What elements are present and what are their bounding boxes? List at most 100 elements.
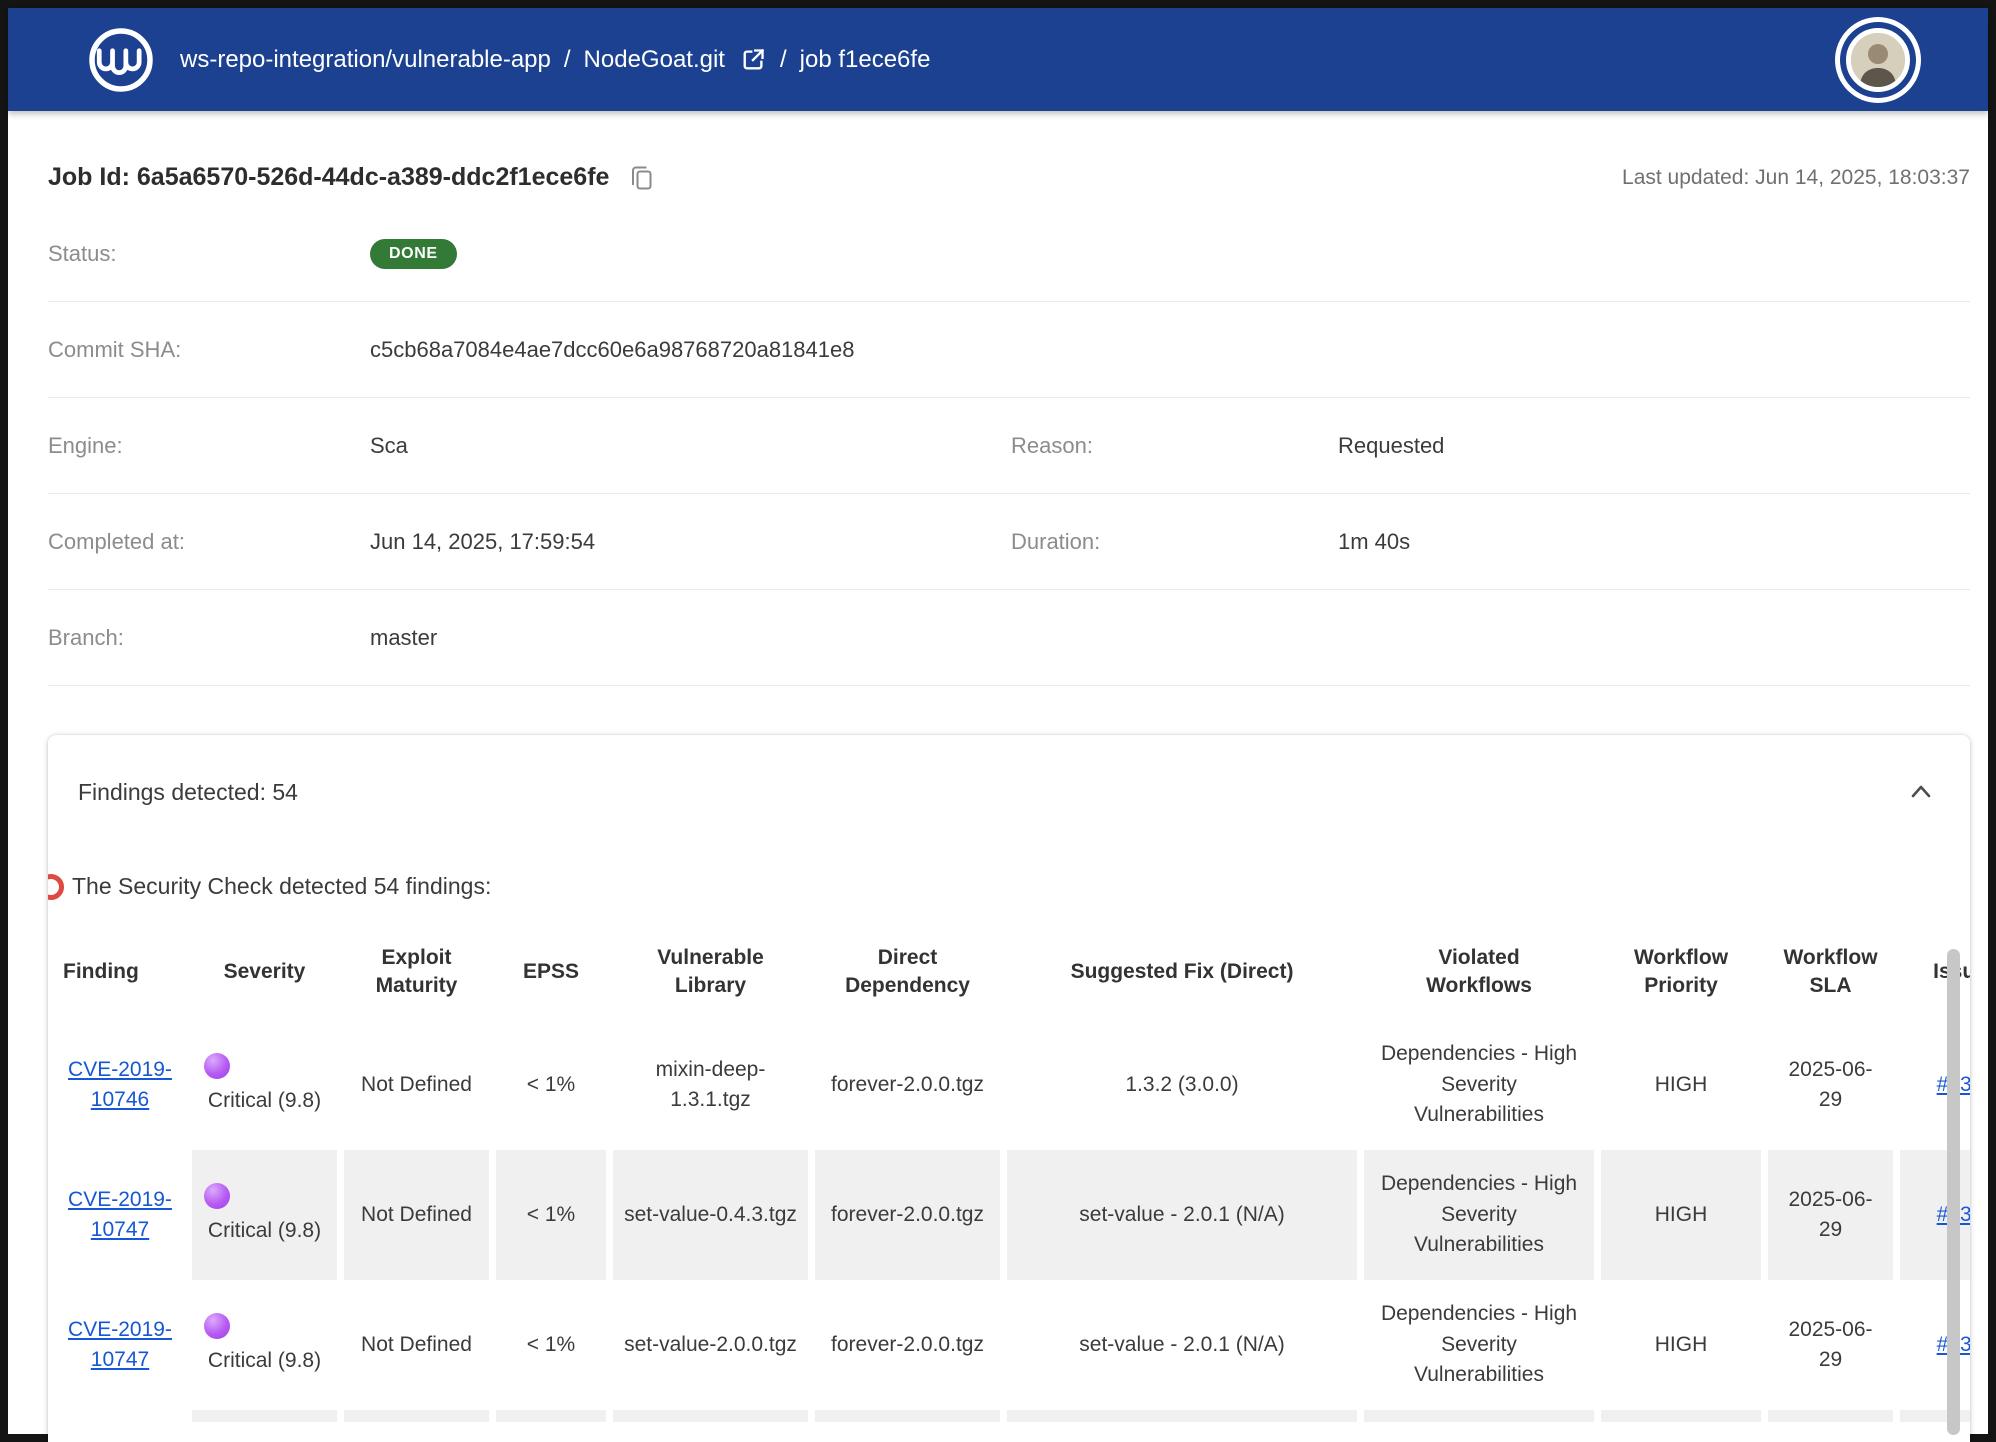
column-header-priority: Workflow Priority xyxy=(1601,924,1761,1020)
cell-finding: CVE-2019-10747 xyxy=(55,1280,185,1410)
job-details: Status: DONE Commit SHA: c5cb68a7084e4ae… xyxy=(48,206,1970,686)
cell-workflows: Dependencies - High Severity Vulnerabili… xyxy=(1364,1150,1594,1280)
cell-library: mixin-deep-1.3.1.tgz xyxy=(613,1020,808,1150)
vertical-scrollbar[interactable] xyxy=(1947,949,1960,1435)
column-header-sla: Workflow SLA xyxy=(1768,924,1893,1020)
cell-priority: HIGH xyxy=(1601,1020,1761,1150)
cell-severity: Critical (9.8) xyxy=(192,1150,337,1280)
findings-intro-text: The Security Check detected 54 findings: xyxy=(72,873,491,900)
cell-exploit: Not Defined xyxy=(344,1020,489,1150)
cell-fix: 1.3.2 (3.0.0) xyxy=(1007,1020,1357,1150)
cell-fix: set-value - 2.0.1 (N/A) xyxy=(1007,1150,1357,1280)
cell-dependency xyxy=(815,1410,1000,1422)
table-header-row: FindingSeverityExploit MaturityEPSSVulne… xyxy=(55,924,1970,1020)
cell-exploit xyxy=(344,1410,489,1422)
breadcrumb-job: job f1ece6fe xyxy=(800,46,931,74)
detail-row-branch: Branch: master xyxy=(48,590,1970,686)
column-header-finding: Finding xyxy=(55,924,185,1020)
cve-link[interactable]: CVE-2019-10746 xyxy=(68,1058,172,1111)
detail-row-completed-duration: Completed at: Jun 14, 2025, 17:59:54 Dur… xyxy=(48,494,1970,590)
cell-dependency: forever-2.0.0.tgz xyxy=(815,1150,1000,1280)
severity-dot xyxy=(204,1313,230,1339)
job-id-title: Job Id: 6a5a6570-526d-44dc-a389-ddc2f1ec… xyxy=(48,163,655,192)
cell-epss: < 1% xyxy=(496,1150,606,1280)
commit-sha-value: c5cb68a7084e4ae7dcc60e6a98768720a81841e8 xyxy=(370,337,1011,363)
branch-value: master xyxy=(370,625,1011,651)
breadcrumb: ws-repo-integration/vulnerable-app / Nod… xyxy=(180,46,930,74)
column-header-workflows: Violated Workflows xyxy=(1364,924,1594,1020)
main-content: Job Id: 6a5a6570-526d-44dc-a389-ddc2f1ec… xyxy=(8,163,1988,1442)
cell-library xyxy=(613,1410,808,1422)
column-header-exploit: Exploit Maturity xyxy=(344,924,489,1020)
job-header: Job Id: 6a5a6570-526d-44dc-a389-ddc2f1ec… xyxy=(48,163,1970,192)
findings-intro: The Security Check detected 54 findings: xyxy=(48,873,1970,900)
cell-sla: 2025-06-29 xyxy=(1768,1280,1893,1410)
cell-library: set-value-2.0.0.tgz xyxy=(613,1280,808,1410)
alert-icon xyxy=(48,874,64,900)
cell-dependency: forever-2.0.0.tgz xyxy=(815,1280,1000,1410)
finding-row xyxy=(55,1410,1970,1422)
cell-sla: 2025-06-29 xyxy=(1768,1150,1893,1280)
cell-severity: Critical (9.8) xyxy=(192,1020,337,1150)
severity-dot xyxy=(204,1053,230,1079)
cell-priority xyxy=(1601,1410,1761,1422)
findings-card: Findings detected: 54 The Security Check… xyxy=(48,735,1970,1442)
cve-link[interactable]: CVE-2019-10747 xyxy=(68,1188,172,1241)
detail-row-commit: Commit SHA: c5cb68a7084e4ae7dcc60e6a9876… xyxy=(48,302,1970,398)
job-id-label: Job Id: xyxy=(48,163,130,191)
cell-epss xyxy=(496,1410,606,1422)
cell-exploit: Not Defined xyxy=(344,1150,489,1280)
finding-row: CVE-2019-10747 Critical (9.8) Not Defined<… xyxy=(55,1280,1970,1410)
cell-fix xyxy=(1007,1410,1357,1422)
duration-value: 1m 40s xyxy=(1338,529,1970,555)
reason-label: Reason: xyxy=(1011,433,1338,459)
completed-at-value: Jun 14, 2025, 17:59:54 xyxy=(370,529,1011,555)
engine-label: Engine: xyxy=(48,433,370,459)
user-avatar[interactable] xyxy=(1846,28,1910,92)
branch-label: Branch: xyxy=(48,625,370,651)
findings-table-container: FindingSeverityExploit MaturityEPSSVulne… xyxy=(48,924,1970,1422)
breadcrumb-separator: / xyxy=(564,46,571,74)
status-badge: DONE xyxy=(370,239,457,269)
cell-sla: 2025-06-29 xyxy=(1768,1020,1893,1150)
cell-workflows: Dependencies - High Severity Vulnerabili… xyxy=(1364,1020,1594,1150)
cve-link[interactable]: CVE-2019-10747 xyxy=(68,1318,172,1371)
findings-table: FindingSeverityExploit MaturityEPSSVulne… xyxy=(48,924,1970,1422)
breadcrumb-project-link[interactable]: NodeGoat.git xyxy=(584,46,725,74)
cell-finding: CVE-2019-10747 xyxy=(55,1150,185,1280)
job-id-value: 6a5a6570-526d-44dc-a389-ddc2f1ece6fe xyxy=(137,163,610,191)
engine-value: Sca xyxy=(370,433,1011,459)
cell-epss: < 1% xyxy=(496,1280,606,1410)
cell-library: set-value-0.4.3.tgz xyxy=(613,1150,808,1280)
findings-card-header: Findings detected: 54 xyxy=(48,763,1970,807)
finding-row: CVE-2019-10746 Critical (9.8)Not Defined<… xyxy=(55,1020,1970,1150)
commit-sha-label: Commit SHA: xyxy=(48,337,370,363)
column-header-library: Vulnerable Library xyxy=(613,924,808,1020)
last-updated-text: Last updated: Jun 14, 2025, 18:03:37 xyxy=(1622,166,1970,192)
column-header-epss: EPSS xyxy=(496,924,606,1020)
cell-severity: Critical (9.8) xyxy=(192,1280,337,1410)
cell-workflows: Dependencies - High Severity Vulnerabili… xyxy=(1364,1280,1594,1410)
cell-finding: CVE-2019-10746 xyxy=(55,1020,185,1150)
copy-icon[interactable] xyxy=(629,164,655,192)
external-link-icon[interactable] xyxy=(740,46,767,73)
column-header-severity: Severity xyxy=(192,924,337,1020)
severity-dot xyxy=(204,1183,230,1209)
cell-epss: < 1% xyxy=(496,1020,606,1150)
collapse-chevron-up-icon[interactable] xyxy=(1906,777,1936,807)
status-label: Status: xyxy=(48,241,370,267)
cell-workflows xyxy=(1364,1410,1594,1422)
breadcrumb-repo-link[interactable]: ws-repo-integration/vulnerable-app xyxy=(180,46,551,74)
detail-row-status: Status: DONE xyxy=(48,206,1970,302)
finding-row: CVE-2019-10747 Critical (9.8) Not Defined<… xyxy=(55,1150,1970,1280)
duration-label: Duration: xyxy=(1011,529,1338,555)
cell-exploit: Not Defined xyxy=(344,1280,489,1410)
cell-finding xyxy=(55,1410,185,1422)
cell-priority: HIGH xyxy=(1601,1150,1761,1280)
cell-dependency: forever-2.0.0.tgz xyxy=(815,1020,1000,1150)
mend-logo-icon[interactable] xyxy=(88,27,154,93)
findings-summary: Findings detected: 54 xyxy=(78,779,298,806)
breadcrumb-separator: / xyxy=(780,46,787,74)
severity-text: Critical (9.8) xyxy=(208,1349,321,1372)
severity-text: Critical (9.8) xyxy=(208,1219,321,1242)
